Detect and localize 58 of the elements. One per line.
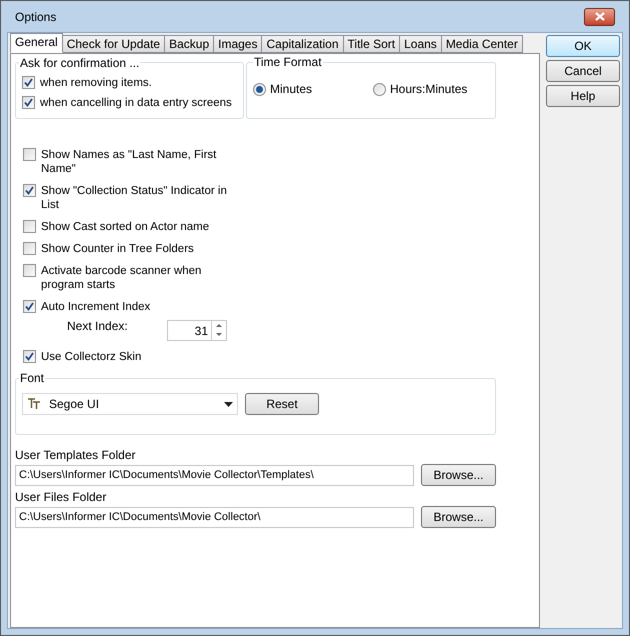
tab[interactable]: Title Sort	[342, 35, 400, 53]
tab[interactable]: Backup	[164, 35, 214, 53]
checkbox[interactable]	[23, 184, 36, 197]
font-icon	[27, 398, 41, 410]
font-value: Segoe UI	[49, 396, 100, 413]
checkbox-label: when cancelling in data entry screens	[40, 96, 232, 110]
checkmark-icon	[25, 186, 34, 195]
checkbox[interactable]	[23, 300, 36, 313]
checkbox-label: Show Counter in Tree Folders	[41, 242, 194, 256]
next-index-spinner[interactable]: 31	[167, 320, 227, 341]
checkbox-label: Show Names as "Last Name, First Name"	[41, 148, 218, 176]
checkbox-label: Show "Collection Status" Indicator in List	[41, 184, 228, 212]
checkbox-label: Use Collectorz Skin	[41, 350, 142, 364]
window-title: Options	[15, 8, 56, 26]
tab[interactable]: Images	[213, 35, 262, 53]
close-button[interactable]	[584, 8, 615, 26]
checkmark-icon	[24, 98, 33, 107]
folder-path-field[interactable]: C:\Users\Informer IC\Documents\Movie Collector\	[15, 506, 414, 528]
folder-label: User Files Folder	[15, 490, 108, 505]
checkmark-icon	[25, 302, 34, 311]
dialog-button[interactable]: Cancel	[546, 60, 620, 82]
radio-button[interactable]	[253, 82, 266, 96]
spinner-value: 31	[194, 322, 209, 340]
radio-button[interactable]	[373, 82, 386, 96]
group-title: Time Format	[253, 55, 323, 69]
tab[interactable]: Loans	[399, 35, 442, 53]
checkbox[interactable]	[22, 76, 35, 89]
browse-button[interactable]: Browse...	[421, 506, 496, 528]
close-icon	[594, 12, 604, 21]
tab[interactable]: Capitalization	[261, 35, 344, 53]
checkbox[interactable]	[22, 96, 35, 109]
folder-path-field[interactable]: C:\Users\Informer IC\Documents\Movie Collector\Templates\	[15, 464, 414, 486]
tab[interactable]: Check for Update	[62, 35, 166, 53]
group-title: Font	[19, 371, 46, 385]
checkbox-label: Auto Increment Index	[41, 300, 150, 314]
checkbox[interactable]	[23, 264, 36, 277]
group-title: Ask for confirmation ...	[19, 56, 140, 70]
checkbox[interactable]	[23, 148, 36, 161]
checkmark-icon	[24, 78, 33, 87]
checkmark-icon	[25, 352, 34, 361]
dialog-button[interactable]: OK	[546, 35, 620, 57]
browse-button[interactable]: Browse...	[421, 464, 496, 486]
reset-button[interactable]: Reset	[245, 393, 319, 415]
dialog-button[interactable]: Help	[546, 85, 620, 107]
checkbox[interactable]	[23, 220, 36, 233]
dropdown-arrow-icon	[224, 402, 233, 406]
font-dropdown[interactable]: Segoe UI	[22, 393, 238, 415]
next-index-label: Next Index:	[67, 318, 129, 334]
checkbox-label: Show Cast sorted on Actor name	[41, 220, 210, 234]
tab[interactable]: General	[10, 33, 63, 53]
checkbox-label: when removing items.	[40, 76, 152, 90]
radio-label: Hours:Minutes	[390, 81, 468, 98]
radio-label: Minutes	[270, 81, 312, 98]
checkbox[interactable]	[23, 242, 36, 255]
checkbox-label: Activate barcode scanner when program starts	[41, 264, 202, 292]
checkbox[interactable]	[23, 350, 36, 363]
folder-label: User Templates Folder	[15, 448, 136, 463]
tab[interactable]: Media Center	[440, 35, 523, 53]
